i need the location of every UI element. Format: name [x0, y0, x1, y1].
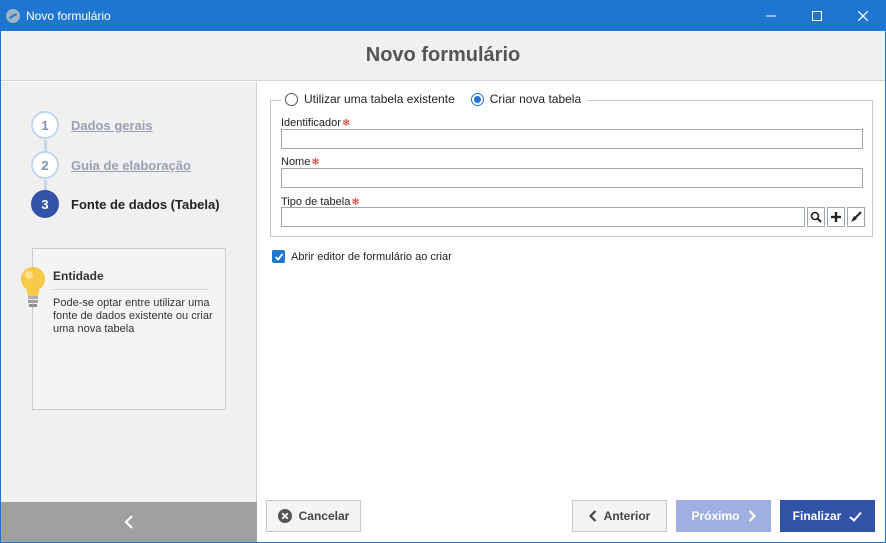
step-number: 2 — [31, 151, 59, 179]
close-icon — [858, 10, 868, 21]
cancel-button[interactable]: Cancelar — [266, 500, 361, 532]
cancel-icon — [277, 509, 292, 523]
minimize-icon — [766, 15, 776, 16]
open-editor-checkbox[interactable] — [272, 250, 285, 263]
required-icon: ❄ — [311, 157, 320, 168]
step-label: Guia de elaboração — [71, 157, 191, 173]
plus-icon — [831, 212, 841, 222]
step-number: 3 — [31, 190, 59, 218]
name-input[interactable] — [281, 168, 863, 188]
window-controls — [748, 0, 886, 31]
wizard-step-2[interactable]: 2 Guia de elaboração — [31, 151, 191, 179]
info-card: Entidade Pode-se optar entre utilizar um… — [32, 248, 226, 410]
eraser-icon — [851, 211, 862, 222]
maximize-button[interactable] — [794, 0, 840, 31]
cancel-button-label: Cancelar — [298, 509, 350, 523]
radio-existing-table[interactable] — [285, 92, 298, 106]
source-option-group: Utilizar uma tabela existente Criar nova… — [281, 92, 588, 106]
radio-existing-table-label[interactable]: Utilizar uma tabela existente — [304, 92, 455, 106]
search-table-type-button[interactable] — [807, 207, 825, 227]
dialog-header: Novo formulário — [1, 31, 885, 81]
chevron-left-icon — [588, 510, 596, 522]
name-label: Nome❄ — [281, 156, 320, 168]
next-button-label: Próximo — [691, 509, 740, 523]
radio-new-table[interactable] — [470, 92, 484, 106]
data-source-group: Utilizar uma tabela existente Criar nova… — [270, 92, 873, 237]
required-icon: ❄ — [341, 118, 351, 129]
chevron-right-icon — [748, 510, 756, 522]
wizard-sidebar: 1 Dados gerais 2 Guia de elaboração 3 Fo… — [1, 82, 257, 542]
add-table-type-button[interactable] — [827, 207, 845, 227]
page-title: Novo formulário — [365, 44, 521, 66]
identifier-label-text: Identificador — [281, 117, 341, 129]
identifier-input[interactable] — [281, 129, 863, 149]
step-label: Dados gerais — [71, 117, 153, 133]
maximize-icon — [812, 10, 822, 21]
info-card-divider — [53, 289, 209, 290]
search-icon — [810, 211, 822, 223]
chevron-left-icon — [124, 515, 133, 529]
wizard-step-3: 3 Fonte de dados (Tabela) — [31, 190, 220, 218]
next-button[interactable]: Próximo — [676, 500, 771, 532]
window-titlebar: Novo formulário — [0, 0, 886, 31]
window-title: Novo formulário — [26, 8, 111, 23]
info-card-text: Pode-se optar entre utilizar uma fonte d… — [53, 297, 213, 335]
step-number: 1 — [31, 111, 59, 139]
open-editor-label[interactable]: Abrir editor de formulário ao criar — [291, 251, 452, 263]
collapse-sidebar-button[interactable] — [1, 502, 257, 542]
radio-new-table-label[interactable]: Criar nova tabela — [490, 92, 581, 106]
open-editor-option[interactable]: Abrir editor de formulário ao criar — [272, 250, 452, 263]
wizard-step-1[interactable]: 1 Dados gerais — [31, 111, 153, 139]
finish-button[interactable]: Finalizar — [780, 500, 875, 532]
name-label-text: Nome — [281, 156, 311, 168]
checkmark-icon — [849, 511, 863, 522]
close-button[interactable] — [840, 0, 886, 31]
minimize-button[interactable] — [748, 0, 794, 31]
step-label: Fonte de dados (Tabela) — [71, 196, 220, 212]
identifier-label: Identificador❄ — [281, 117, 350, 129]
finish-button-label: Finalizar — [792, 509, 842, 523]
previous-button-label: Anterior — [603, 509, 651, 523]
table-type-input[interactable] — [281, 207, 805, 227]
lightbulb-icon — [21, 267, 45, 307]
app-icon — [6, 8, 20, 23]
previous-button[interactable]: Anterior — [572, 500, 667, 532]
checkmark-icon — [274, 252, 283, 261]
main-panel: Utilizar uma tabela existente Criar nova… — [258, 82, 885, 542]
info-card-title: Entidade — [53, 269, 104, 283]
clear-table-type-button[interactable] — [847, 207, 865, 227]
